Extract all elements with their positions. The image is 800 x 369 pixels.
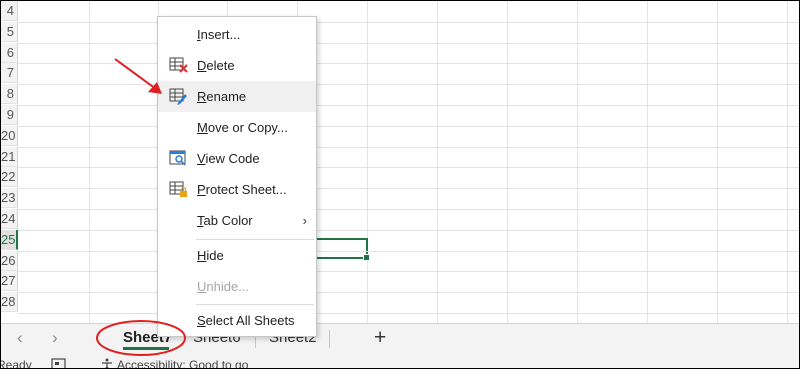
- grid-row-line: [18, 21, 799, 23]
- tab-divider: [329, 330, 330, 348]
- active-tab-underline: [123, 347, 169, 350]
- row-header[interactable]: 4: [1, 1, 18, 21]
- row-header[interactable]: 28: [1, 292, 18, 313]
- fill-handle[interactable]: [363, 254, 370, 261]
- grid-row-line: [18, 146, 799, 148]
- grid-row-line: [18, 313, 799, 314]
- grid-row-line: [18, 292, 799, 294]
- grid-column-line: [577, 1, 578, 323]
- status-ready: Ready: [1, 358, 32, 369]
- sheet-tab-context-menu: Insert... Delete Rename Move or Copy... …: [157, 16, 317, 337]
- row-header[interactable]: 9: [1, 105, 18, 125]
- status-accessibility[interactable]: Accessibility: Good to go: [117, 358, 248, 368]
- row-header[interactable]: 6: [1, 42, 18, 63]
- row-header[interactable]: 7: [1, 63, 18, 84]
- add-sheet-button[interactable]: +: [374, 326, 386, 350]
- grid-column-line: [717, 1, 718, 323]
- menu-item-view-code[interactable]: View Code: [158, 143, 316, 174]
- chevron-right-icon: ›: [302, 213, 307, 228]
- row-header[interactable]: 27: [1, 271, 18, 292]
- grid-row-line: [18, 125, 799, 127]
- grid-column-line: [437, 1, 438, 323]
- accessibility-icon[interactable]: [99, 358, 115, 369]
- grid-row-line: [18, 167, 799, 169]
- scroll-tabs-left-icon[interactable]: ‹: [17, 328, 23, 348]
- grid-row-line: [18, 271, 799, 273]
- view-code-icon: [169, 150, 186, 166]
- grid-row-line: [18, 188, 799, 190]
- grid-row-line: [18, 63, 799, 65]
- menu-item-insert[interactable]: Insert...: [158, 19, 316, 50]
- row-header[interactable]: 24: [1, 209, 18, 229]
- menu-item-tab-color[interactable]: Tab Color ›: [158, 205, 316, 236]
- menu-item-protect-sheet[interactable]: Protect Sheet...: [158, 174, 316, 205]
- delete-sheet-icon: [169, 57, 188, 73]
- menu-item-delete[interactable]: Delete: [158, 50, 316, 81]
- macro-recording-icon[interactable]: [51, 358, 67, 369]
- grid-row-line: [18, 84, 799, 86]
- grid-column-line: [507, 1, 508, 323]
- grid-row-line: [18, 229, 799, 231]
- status-bar: Ready Accessibility: Good to go: [1, 353, 799, 369]
- row-header[interactable]: 5: [1, 21, 18, 42]
- rename-sheet-icon: [169, 88, 187, 105]
- scroll-tabs-right-icon[interactable]: ›: [52, 328, 58, 348]
- grid-row-line: [18, 105, 799, 106]
- menu-item-hide[interactable]: Hide: [158, 240, 316, 271]
- row-header[interactable]: 22: [1, 167, 18, 188]
- sheet-tab-bar: ‹ › Sheet7 Sheet6 Sheet2 +: [1, 323, 799, 353]
- row-header[interactable]: 20: [1, 125, 18, 146]
- protect-sheet-icon: [169, 181, 187, 197]
- row-header[interactable]: 21: [1, 146, 18, 167]
- grid-column-line: [647, 1, 648, 323]
- grid-row-line: [18, 42, 799, 44]
- grid-row-line: [18, 209, 799, 210]
- menu-item-unhide: Unhide...: [197, 279, 250, 294]
- menu-item-rename[interactable]: Rename: [158, 81, 316, 112]
- menu-item-select-all-sheets[interactable]: Select All Sheets: [158, 305, 316, 336]
- excel-window: 4 5 6 7 8 9 20 21 22 23 24 25 26 27 28 Insert... Delet…: [0, 0, 800, 369]
- grid-column-line: [787, 1, 788, 323]
- grid-row-line: [18, 250, 799, 252]
- grid-column-line: [89, 1, 90, 323]
- row-header[interactable]: 8: [1, 84, 18, 105]
- worksheet-grid[interactable]: 4 5 6 7 8 9 20 21 22 23 24 25 26 27 28: [1, 1, 799, 323]
- grid-column-line: [367, 1, 368, 323]
- row-header[interactable]: 26: [1, 250, 18, 271]
- row-header[interactable]: 25: [1, 229, 18, 250]
- menu-item-move-or-copy[interactable]: Move or Copy...: [158, 112, 316, 143]
- row-header[interactable]: 23: [1, 188, 18, 209]
